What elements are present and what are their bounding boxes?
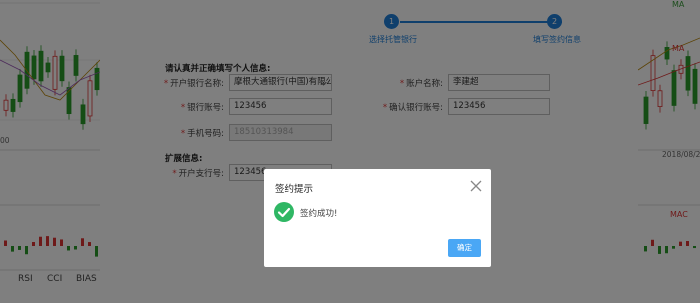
dialog-title: 签约提示 [275, 184, 314, 195]
confirm-button[interactable]: 确定 [448, 239, 481, 257]
dialog-message: 签约成功! [300, 209, 338, 219]
success-check-icon [274, 202, 294, 222]
close-icon[interactable] [470, 180, 482, 192]
signing-result-dialog: 签约提示 签约成功! 确定 [264, 169, 491, 267]
